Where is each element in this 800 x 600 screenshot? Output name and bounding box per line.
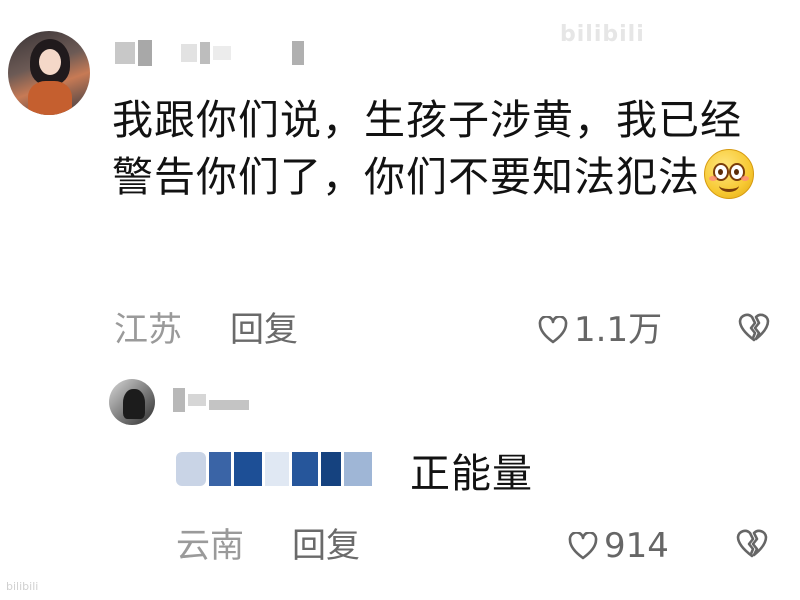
commenter-username-blurred[interactable] xyxy=(115,40,304,66)
commenter-avatar[interactable] xyxy=(8,31,90,115)
heart-outline-icon xyxy=(538,316,568,344)
broken-heart-icon xyxy=(738,313,770,342)
dislike-button[interactable] xyxy=(738,312,770,342)
broken-heart-icon xyxy=(736,529,768,558)
smiling-blushing-emoji-icon xyxy=(704,149,754,199)
comment-body: 我跟你们说，生孩子涉黄，我已经警告你们了，你们不要知法犯法 xyxy=(112,92,772,206)
like-count: 914 xyxy=(604,526,669,566)
reply-text: 正能量 xyxy=(410,451,533,497)
avatar-clothing xyxy=(28,81,72,115)
reply-location: 云南 xyxy=(176,526,244,566)
avatar-figure xyxy=(123,389,145,419)
avatar-face xyxy=(39,49,61,75)
reply-button[interactable]: 回复 xyxy=(230,310,298,350)
reply-button[interactable]: 回复 xyxy=(292,526,360,566)
replier-avatar[interactable] xyxy=(109,379,155,425)
like-count: 1.1万 xyxy=(574,310,663,350)
like-button[interactable]: 1.1万 xyxy=(538,310,662,350)
bilibili-watermark: bilibili xyxy=(560,22,645,47)
like-button[interactable]: 914 xyxy=(568,526,669,566)
heart-outline-icon xyxy=(568,532,598,560)
replier-username-blurred[interactable] xyxy=(173,388,249,412)
comment-text: 我跟你们说，生孩子涉黄，我已经警告你们了，你们不要知法犯法 xyxy=(112,96,742,201)
comment-location: 江苏 xyxy=(114,310,182,350)
mention-blurred[interactable] xyxy=(176,452,372,486)
bilibili-watermark-small: bilibili xyxy=(6,580,39,593)
dislike-button[interactable] xyxy=(736,528,768,558)
